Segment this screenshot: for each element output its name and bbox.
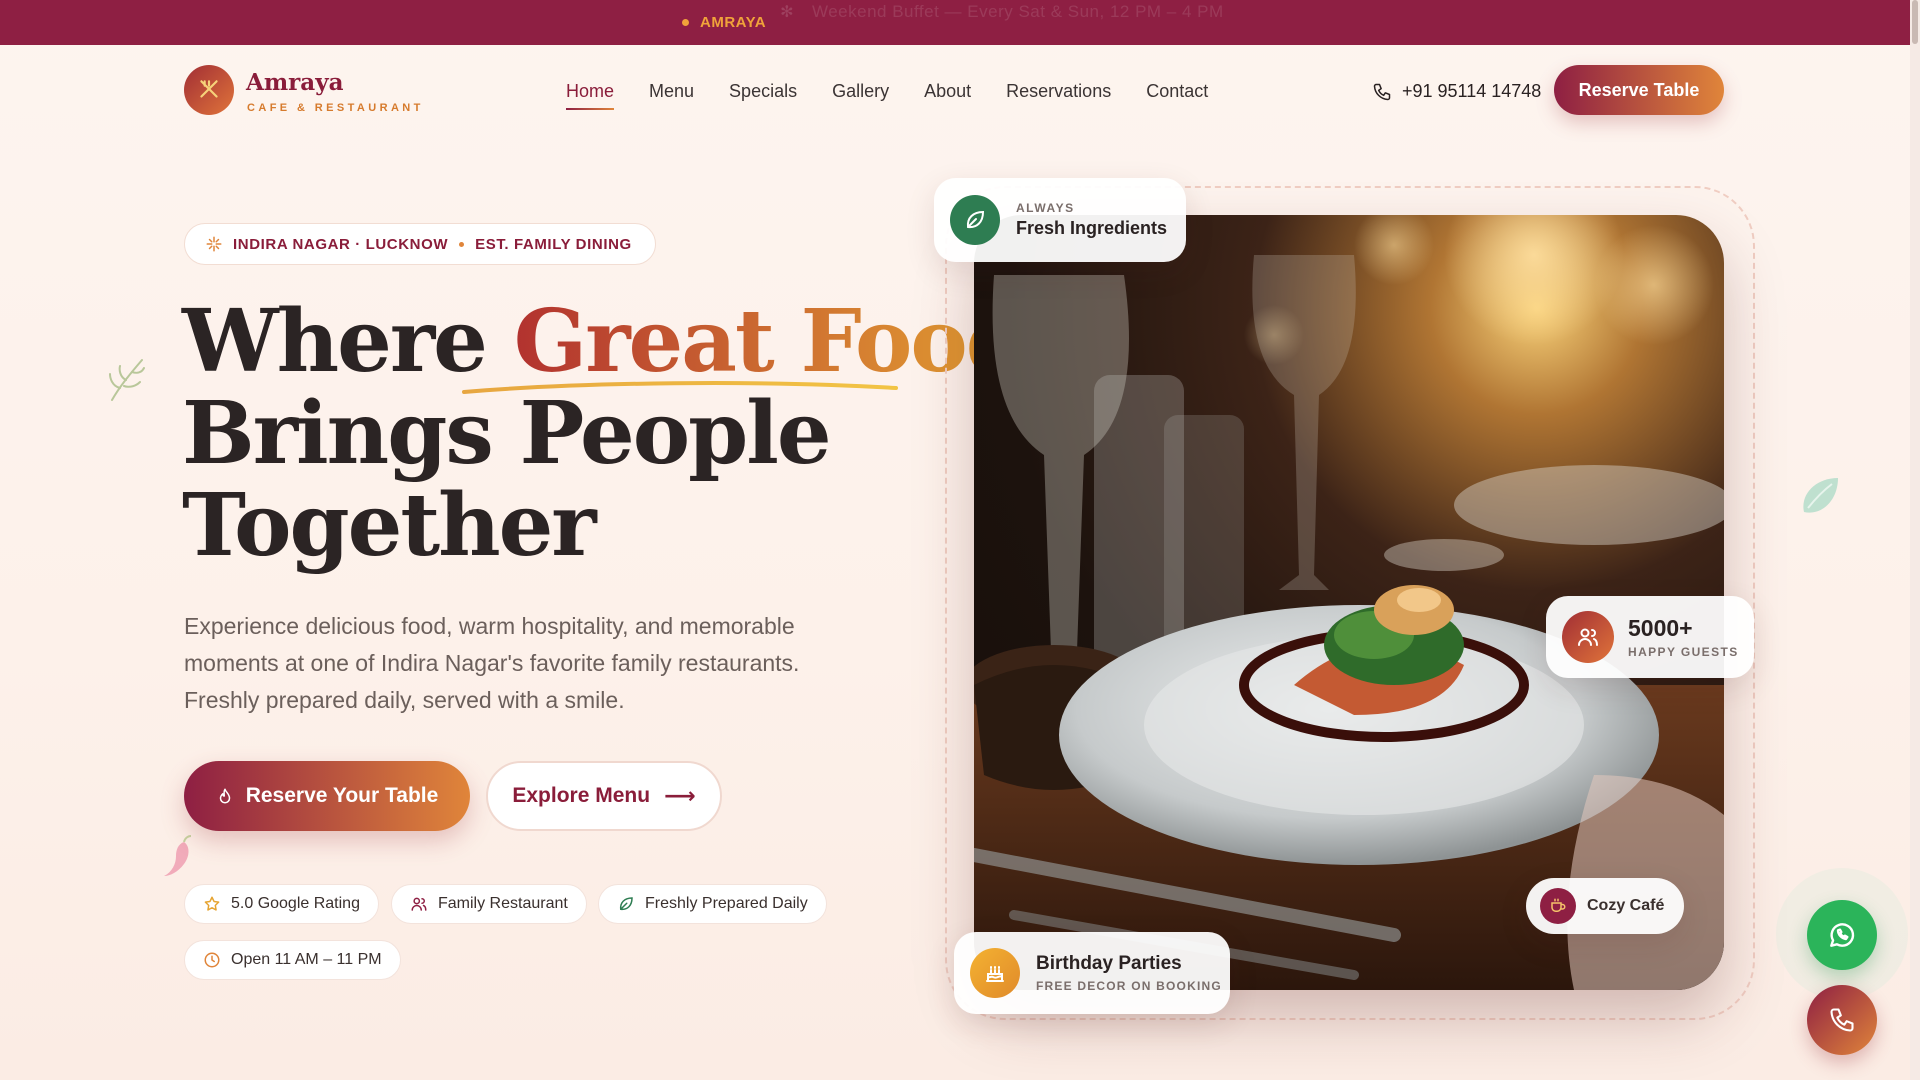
hours-chip-label: Open 11 AM – 11 PM [231,951,382,968]
explore-menu-button[interactable]: Explore Menu ⟶ [486,761,722,831]
fresh-chip: Freshly Prepared Daily [598,884,827,924]
chili-decoration [164,835,192,876]
location-separator [459,241,465,247]
page-scrollbar[interactable] [1910,0,1920,1080]
sparkle-icon: ✻ [780,3,794,21]
location-badge: INDIRA NAGAR · LUCKNOW EST. FAMILY DININ… [184,223,656,265]
main-nav: Home Menu Specials Gallery About Reserva… [566,81,1243,110]
nav-menu[interactable]: Menu [649,81,694,102]
brand-dot [682,19,689,26]
birthday-parties-card: Birthday Parties FREE DECOR ON BOOKING [954,932,1230,1014]
bday-card-title: Birthday Parties [1036,953,1182,974]
reserve-table-button[interactable]: Reserve Table [1554,65,1724,115]
utensils-icon [200,80,218,98]
fresh-ingredients-card: ALWAYS Fresh Ingredients [934,178,1186,262]
whatsapp-icon [1830,923,1855,947]
fresh-icon-badge [950,195,1000,245]
coffee-icon [1551,898,1566,912]
header-phone-link[interactable]: +91 95114 14748 [1372,81,1541,102]
leaf-icon [619,897,633,911]
reserve-your-table-button[interactable]: Reserve Your Table [184,761,470,831]
leaf-decoration [1803,478,1838,513]
cozy-icon-badge [1540,888,1576,924]
guests-icon-badge [1562,611,1614,663]
announcement-brand: AMRAYA [700,14,767,31]
headline-underline [462,381,898,394]
explore-menu-label: Explore Menu [512,784,651,807]
family-chip-label: Family Restaurant [438,895,568,912]
clock-icon [204,952,220,968]
users-icon [1578,628,1598,646]
cozy-cafe-label: Cozy Café [1587,897,1665,914]
site-header: Amraya CAFE & RESTAURANT Home Menu Speci… [0,45,1920,133]
established-text: EST. FAMILY DINING [475,235,632,253]
guests-count: 5000+ [1628,615,1693,641]
fresh-chip-label: Freshly Prepared Daily [645,895,808,912]
announcement-bar: AMRAYA ✻ Weekend Buffet — Every Sat & Su… [0,0,1920,45]
bday-icon-badge [970,948,1020,998]
rating-chip: 5.0 Google Rating [184,884,379,924]
arrow-right-icon: ⟶ [664,783,696,808]
cozy-cafe-card: Cozy Café [1526,878,1684,934]
nav-gallery[interactable]: Gallery [832,81,889,102]
call-button[interactable] [1807,985,1877,1055]
nav-specials[interactable]: Specials [729,81,797,102]
phone-icon [1830,1008,1854,1032]
nav-reservations[interactable]: Reservations [1006,81,1111,102]
bday-card-subtitle: FREE DECOR ON BOOKING [1036,979,1222,993]
nav-home[interactable]: Home [566,81,615,110]
hero-description: Experience delicious food, warm hospital… [184,613,800,713]
headline-part1: Where [182,291,514,392]
logo-name[interactable]: Amraya [246,69,343,96]
cake-icon [986,966,1004,982]
hero-headline: Where Great Food Brings People Together [182,296,1026,572]
guests-label: HAPPY GUESTS [1628,645,1739,659]
nav-contact[interactable]: Contact [1146,81,1208,102]
sparkle-icon [206,236,222,252]
rating-chip-label: 5.0 Google Rating [231,895,360,912]
fresh-card-title: Fresh Ingredients [1016,218,1168,238]
phone-number: +91 95114 14748 [1402,81,1542,101]
hours-chip: Open 11 AM – 11 PM [184,940,401,980]
fresh-card-kicker: ALWAYS [1016,201,1075,215]
happy-guests-card: 5000+ HAPPY GUESTS [1546,596,1754,678]
reserve-your-table-label: Reserve Your Table [245,784,439,807]
flame-icon [219,788,230,804]
family-chip: Family Restaurant [391,884,587,924]
nav-about[interactable]: About [924,81,971,102]
users-icon [411,897,427,911]
phone-icon [1373,83,1391,100]
logo-tagline: CAFE & RESTAURANT [247,102,424,114]
announcement-ticker: Weekend Buffet — Every Sat & Sun, 12 PM … [811,1,1224,21]
headline-line3: Together [182,475,597,576]
leaf-icon [966,210,985,229]
leaf-sprig-decoration [109,359,145,401]
star-icon [204,896,220,911]
scrollbar-thumb[interactable] [1912,0,1918,44]
logo-badge[interactable] [184,65,234,115]
whatsapp-button[interactable] [1807,900,1877,970]
location-text: INDIRA NAGAR · LUCKNOW [233,235,449,253]
